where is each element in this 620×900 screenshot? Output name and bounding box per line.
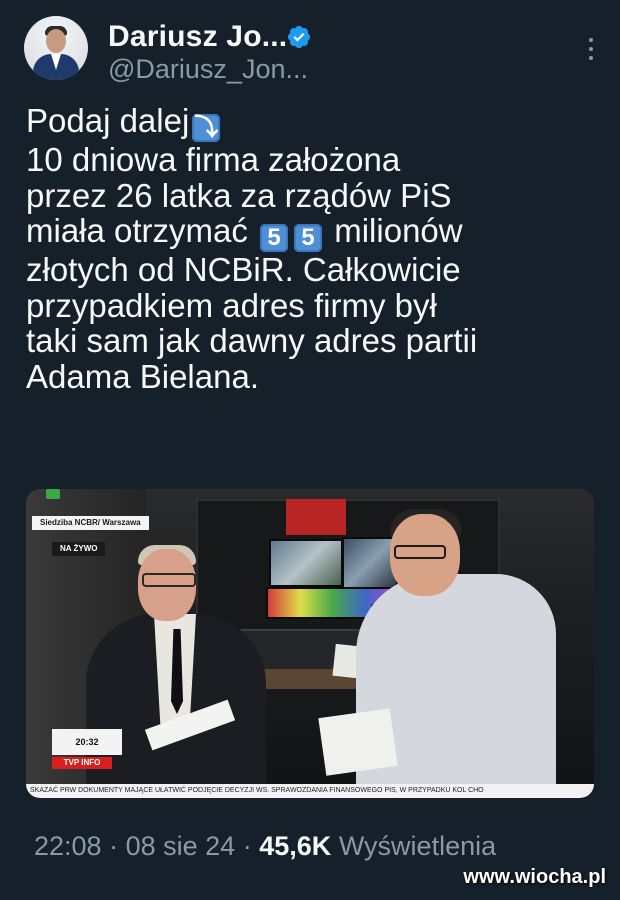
separator: · <box>242 831 252 861</box>
tweet-line-2: 10 dniowa firma założona <box>26 141 401 178</box>
views-count: 45,6K <box>259 831 332 861</box>
tweet-line-1: Podaj dalej <box>26 102 190 139</box>
tv-clock: 20:32 <box>52 729 122 755</box>
tweet-meta: 22:08 · 08 sie 24 · 45,6K Wyświetlenia <box>34 831 496 862</box>
tv-live-label: NA ŻYWO <box>52 542 106 556</box>
site-watermark: www.wiocha.pl <box>463 866 606 888</box>
tweet-media-image[interactable]: Siedziba NCBR/ Warszawa NA ŻYWO 20:32 TV… <box>26 489 594 798</box>
views-label: Wyświetlenia <box>338 831 497 861</box>
tweet-line-8: Adama Bielana. <box>26 357 259 395</box>
digit-five-emoji-icon: 5 <box>294 224 323 252</box>
digit-five-emoji-icon: 5 <box>260 224 289 252</box>
verified-badge-icon <box>287 25 311 49</box>
tweet-time[interactable]: 22:08 <box>34 831 102 861</box>
author-handle[interactable]: @Dariusz_Jon... <box>108 54 308 85</box>
author-name[interactable]: Dariusz Jo... <box>108 20 287 54</box>
tv-news-ticker: SKAZAĆ PRW DOKUMENTY MAJĄCE UŁATWIĆ PODJ… <box>26 784 594 798</box>
avatar[interactable] <box>24 16 88 80</box>
separator: · <box>109 831 119 861</box>
tweet-line-4-pre: miała otrzymać <box>26 212 248 249</box>
tweet-header: Dariusz Jo... @Dariusz_Jon... <box>24 16 600 86</box>
tweet-text: Podaj dalej ⤵ 10 dniowa firma założona pr… <box>26 103 596 394</box>
more-options-icon[interactable] <box>588 38 594 62</box>
tv-location-label: Siedziba NCBR/ Warszawa <box>32 516 149 530</box>
tv-channel-brand: TVP INFO <box>52 757 112 769</box>
tweet-date[interactable]: 08 sie 24 <box>126 831 236 861</box>
tweet-line-4-post: milionów <box>334 212 463 249</box>
tweet-line-6: przypadkiem adres firmy był <box>26 286 437 324</box>
arrow-down-emoji-icon: ⤵ <box>192 114 221 142</box>
tweet-line-3: przez 26 latka za rządów PiS <box>26 176 452 214</box>
tweet-line-7: taki sam jak dawny adres partii <box>26 322 478 359</box>
tv-channel-logo-icon <box>46 489 60 499</box>
tweet-line-5: złotych od NCBiR. Całkowicie <box>26 251 461 288</box>
